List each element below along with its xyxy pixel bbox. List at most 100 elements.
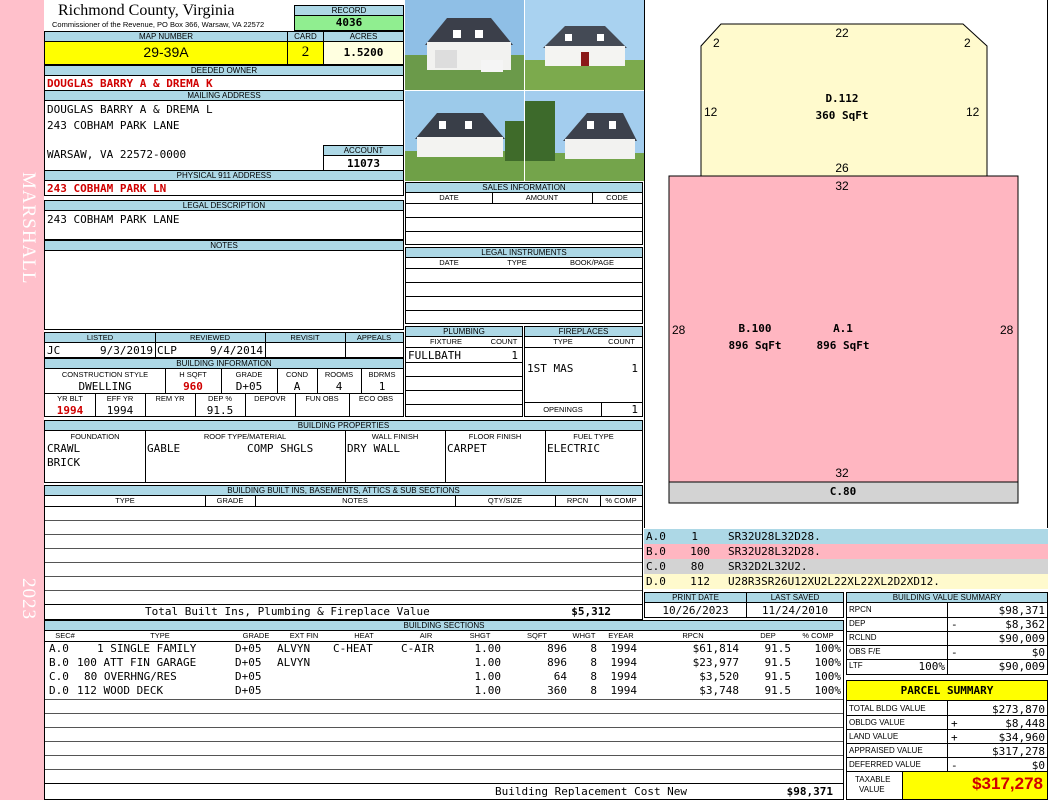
table-row: C.0 80 OVERHNG/RES D+05 1.00 64 8 1994 $… [49,670,841,683]
county-title: Richmond County, Virginia [58,2,235,19]
sales-col-amount: AMOUNT [525,193,559,202]
prop-fuel: ELECTRIC [547,442,600,455]
bi-cond: A [293,380,301,393]
mailing-label: MAILING ADDRESS [45,91,403,101]
bti-col-grade: GRADE [216,496,244,505]
sections-box: BUILDING SECTIONS SEC# TYPE GRADE EXT FI… [44,620,844,800]
sketch-area [644,0,1048,528]
sketch-corner-right: 2 [964,36,971,50]
sketch-main-top: 32 [835,179,849,193]
prop-roof-material: COMP SHGLS [247,442,314,455]
value-summary-label: BUILDING VALUE SUMMARY [847,593,1047,603]
bti-col-notes: NOTES [342,496,368,505]
bi-col-rooms: ROOMS [324,370,354,379]
prop-col-fuel: FUEL TYPE [573,432,614,441]
builtins-total-label: Total Built Ins, Plumbing & Fireplace Va… [145,605,430,618]
sec-col-eyear: EYEAR [608,631,634,640]
vs-rclnd-label: RCLND [849,633,877,642]
ps-deferred-label: DEFERRED VALUE [849,760,921,769]
properties-box: BUILDING PROPERTIES FOUNDATION ROOF TYPE… [44,420,643,483]
prop-col-foundation: FOUNDATION [70,432,120,441]
listed-by: JC [47,344,61,357]
bi-col-bdrms: BDRMS [368,370,396,379]
deeded-owner-label: DEEDED OWNER [45,66,403,76]
bi-hsqft: 960 [183,380,203,393]
fireplaces-col-type: TYPE [553,337,573,346]
sketch-main-left: 28 [672,323,686,337]
fireplace-count: 1 [631,362,638,375]
legal-value: 243 COBHAM PARK LANE [47,213,180,226]
legal-box: LEGAL DESCRIPTION 243 COBHAM PARK LANE [44,200,404,240]
builtins-total-value: $5,312 [571,605,611,618]
table-row: B.0 100 ATT FIN GARAGE D+05 ALVYN 1.00 8… [49,656,841,669]
listed-date: 9/3/2019 [100,344,153,357]
instruments-label: LEGAL INSTRUMENTS [406,248,642,258]
mailing-line2: 243 COBHAM PARK LANE [47,119,180,132]
sec-col-extfin: EXT FIN [289,631,319,640]
prop-col-wall: WALL FINISH [371,432,419,441]
prop-foundation-2: BRICK [47,456,81,469]
sketch-deck-area: 360 SqFt [815,109,869,122]
bi-col-yrblt: YR BLT [57,394,83,403]
bi-col-hsqft: H SQFT [179,370,207,379]
plumbing-label: PLUMBING [406,327,522,337]
builtins-box: BUILDING BUILT INS, BASEMENTS, ATTICS & … [44,485,643,620]
sec-col-shgt: SHGT [469,631,491,640]
status-col-revisit: REVISIT [290,333,320,342]
print-date-value: 10/26/2023 [662,604,729,617]
bi-col-funobs: FUN OBS [305,394,339,403]
sales-col-date: DATE [439,193,459,202]
sketch-c-name: C.80 [829,485,857,498]
sketch-deck-name: D.112 [825,92,859,105]
vs-rclnd: $90,009 [998,632,1045,645]
sketch-a-area: 896 SqFt [816,339,870,352]
instruments-box: LEGAL INSTRUMENTS DATE TYPE BOOK/PAGE [405,247,643,324]
sec-col-heat: HEAT [354,631,374,640]
sketch-top-dim: 22 [835,26,849,40]
house-photo-1 [405,0,524,90]
account-label: ACCOUNT [324,146,403,156]
bi-col-remyr: REM YR [155,394,185,403]
ps-taxable-label-1: TAXABLE [855,775,891,784]
vs-rpcn: $98,371 [998,604,1045,617]
bi-effyr: 1994 [106,404,134,417]
ps-total-bldg-label: TOTAL BLDG VALUE [849,704,926,713]
account-value: 11073 [346,157,381,170]
bi-col-cond: COND [285,370,309,379]
print-date-box: PRINT DATE 10/26/2023 [644,592,747,618]
plumbing-count: 1 [511,349,518,362]
sketch-b-name: B.100 [738,322,772,335]
fireplace-type: 1ST MAS [527,362,574,375]
deeded-owner-value: DOUGLAS BARRY A & DREMA K [47,77,213,90]
plumbing-fixture: FULLBATH [408,349,461,362]
acres-label: ACRES [324,32,403,42]
sec-col-comp: % COMP [802,631,834,640]
card-box: CARD 2 [287,31,324,65]
sec-col-air: AIR [419,631,433,640]
properties-label: BUILDING PROPERTIES [45,421,642,431]
vs-obs-label: OBS F/E [849,647,881,656]
sketch-a-name: A.1 [833,322,853,335]
sketch-b-area: 896 SqFt [728,339,782,352]
side-label-year: 2023 [18,578,39,620]
print-date-label: PRINT DATE [645,593,746,603]
house-photo-4 [525,91,644,181]
reviewed-by: CLP [157,344,177,357]
mailing-line1: DOUGLAS BARRY A & DREMA L [47,103,213,116]
sketch-deck-bottom: 26 [835,161,849,175]
legend-row-a: A.0 1 SR32U28L32D28. [644,529,1048,544]
instruments-col-date: DATE [439,258,459,267]
house-photo-3 [405,91,524,181]
sales-box: SALES INFORMATION DATE AMOUNT CODE [405,182,643,245]
bti-col-qty: QTY/SIZE [487,496,523,505]
prop-foundation-1: CRAWL [47,442,81,455]
instruments-col-bookpage: BOOK/PAGE [569,258,615,267]
reviewed-date: 9/4/2014 [210,344,263,357]
notes-box: NOTES [44,240,404,330]
table-row: A.0 1 SINGLE FAMILY D+05 ALVYN C-HEAT C-… [49,642,841,655]
replacement-value: $98,371 [786,785,833,798]
card-label: CARD [288,32,323,42]
sec-col-whgt: WHGT [572,631,596,640]
sec-col-type: TYPE [150,631,170,640]
bi-col-ecoobs: ECO OBS [358,394,394,403]
